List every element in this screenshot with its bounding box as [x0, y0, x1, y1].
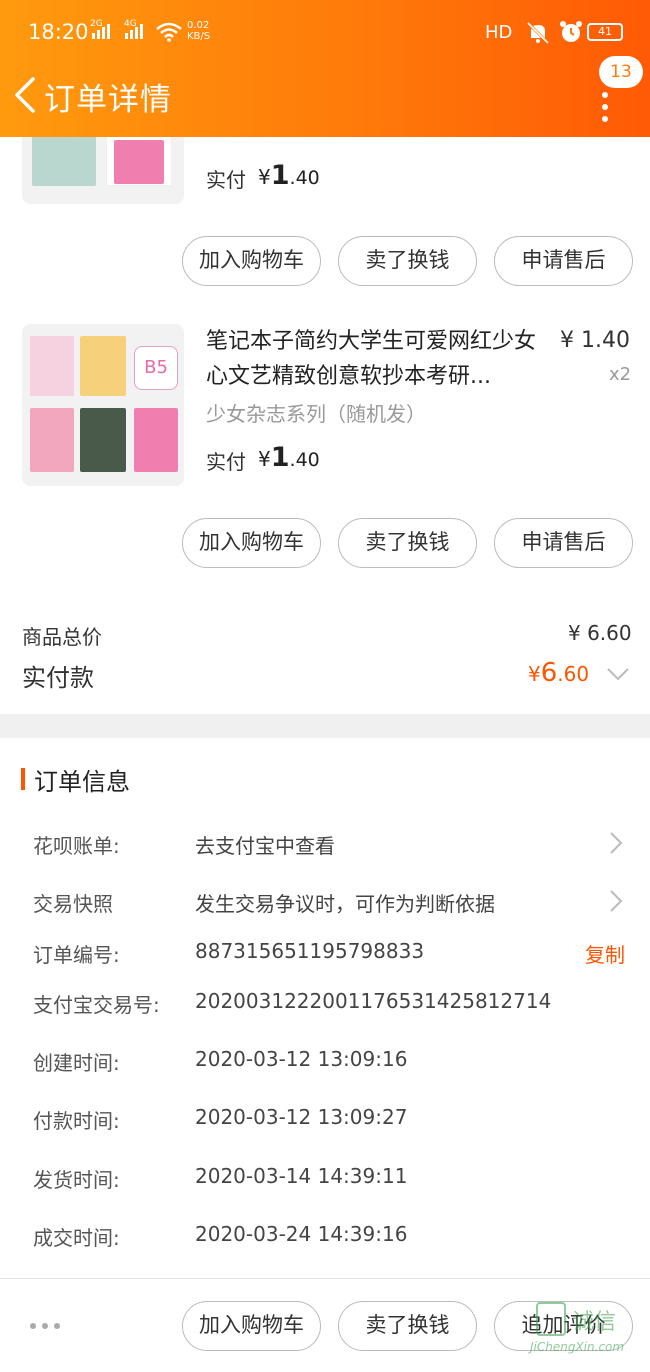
chevron-right-icon: [610, 890, 623, 912]
section-accent-bar: [21, 768, 25, 790]
info-row-completed: 成交时间: 2020-03-24 14:39:16: [0, 1222, 650, 1262]
net-speed-value: 0.02: [187, 20, 210, 31]
currency-symbol: ¥: [258, 447, 271, 471]
info-value: 2020031222001176531425812714: [195, 989, 552, 1013]
watermark-url: JiChengXin.com: [530, 1340, 625, 1354]
info-value: 2020-03-14 14:39:11: [195, 1164, 408, 1188]
info-row-snapshot[interactable]: 交易快照 发生交易争议时，可作为判断依据: [0, 888, 650, 928]
currency-symbol: ¥: [258, 165, 271, 189]
mute-icon: [526, 21, 550, 45]
status-bar: 18:20 2G 4G 0.02 KB/S HD 41: [0, 0, 650, 64]
signal-bars-1-icon: [92, 24, 110, 39]
info-value: 去支付宝中查看: [195, 834, 335, 858]
paid-label: 实付: [206, 450, 246, 474]
info-row-alipay-number: 支付宝交易号: 2020031222001176531425812714: [0, 989, 650, 1029]
amount-paid-label: 实付款: [22, 664, 94, 692]
product-quantity: x2: [609, 364, 632, 385]
info-key: 成交时间:: [33, 1226, 120, 1250]
amount-paid-value[interactable]: ¥6.60: [528, 658, 589, 688]
info-key: 支付宝交易号:: [33, 993, 160, 1017]
status-time: 18:20: [28, 20, 89, 44]
paid-decimal: .60: [557, 662, 590, 686]
paid-int: 1: [270, 442, 290, 473]
info-key: 创建时间:: [33, 1051, 120, 1075]
message-count-badge[interactable]: 13: [599, 56, 643, 88]
battery-indicator: 41: [587, 23, 623, 41]
app-header: 18:20 2G 4G 0.02 KB/S HD 41 订单详情 13: [0, 0, 650, 137]
info-row-shipped: 发货时间: 2020-03-14 14:39:11: [0, 1164, 650, 1204]
info-key: 订单编号:: [33, 943, 120, 967]
paid-int: 1: [270, 160, 290, 191]
resell-button[interactable]: 卖了换钱: [338, 518, 477, 568]
info-value: 发生交易争议时，可作为判断依据: [195, 892, 495, 916]
goods-total-value: ¥ 6.60: [568, 621, 632, 645]
goods-total-label: 商品总价: [22, 625, 102, 649]
back-arrow-icon[interactable]: [12, 76, 38, 114]
after-sale-button[interactable]: 申请售后: [494, 236, 633, 286]
b5-badge: B5: [134, 346, 178, 390]
page-title: 订单详情: [44, 82, 172, 118]
add-to-cart-button[interactable]: 加入购物车: [182, 236, 321, 286]
alarm-icon: [560, 21, 582, 42]
info-row-huabei[interactable]: 花呗账单: 去支付宝中查看: [0, 830, 650, 870]
chevron-down-icon[interactable]: [606, 666, 630, 682]
info-key: 发货时间:: [33, 1168, 120, 1192]
wifi-icon: [156, 22, 182, 42]
info-value: 2020-03-24 14:39:16: [195, 1222, 408, 1246]
product-sku: 少女杂志系列（随机发）: [206, 402, 426, 426]
add-to-cart-button[interactable]: 加入购物车: [182, 518, 321, 568]
product-thumbnail-2[interactable]: B5: [22, 324, 184, 486]
paid-int: 6: [540, 658, 558, 688]
net-speed: 0.02 KB/S: [187, 20, 210, 42]
info-key: 交易快照: [33, 892, 113, 916]
paid-decimal: .40: [289, 449, 320, 471]
info-value: 2020-03-12 13:09:27: [195, 1105, 408, 1129]
paid-amount: ¥1.40: [258, 442, 320, 473]
info-row-created: 创建时间: 2020-03-12 13:09:16: [0, 1047, 650, 1087]
paid-amount: ¥1.40: [258, 160, 320, 191]
signal-bars-2-icon: [125, 24, 143, 39]
watermark-logo: 诚信 JiChengXin.com: [528, 1296, 646, 1360]
copy-button[interactable]: 复制: [585, 939, 625, 968]
net-speed-unit: KB/S: [187, 31, 211, 42]
chevron-right-icon: [610, 832, 623, 854]
info-key: 花呗账单:: [33, 834, 120, 858]
after-sale-button[interactable]: 申请售后: [494, 518, 633, 568]
info-value: 887315651195798833: [195, 939, 425, 963]
more-actions-icon[interactable]: [30, 1323, 60, 1329]
info-value: 2020-03-12 13:09:16: [195, 1047, 408, 1071]
hd-indicator: HD: [485, 22, 513, 43]
watermark-text: 诚信: [572, 1310, 617, 1335]
section-divider: [0, 714, 650, 738]
product-price: ¥ 1.40: [560, 328, 630, 353]
currency-symbol: ¥: [528, 662, 541, 686]
paid-decimal: .40: [289, 167, 320, 189]
info-row-order-number: 订单编号: 887315651195798833 复制: [0, 939, 650, 979]
order-info-title: 订单信息: [34, 768, 130, 796]
resell-button[interactable]: 卖了换钱: [338, 1301, 477, 1351]
paid-label: 实付: [206, 168, 246, 192]
more-menu-icon[interactable]: [602, 92, 608, 122]
resell-button[interactable]: 卖了换钱: [338, 236, 477, 286]
add-to-cart-button[interactable]: 加入购物车: [182, 1301, 321, 1351]
info-row-paid: 付款时间: 2020-03-12 13:09:27: [0, 1105, 650, 1145]
info-key: 付款时间:: [33, 1109, 120, 1133]
product-title[interactable]: 笔记本子简约大学生可爱网红少女心文艺精致创意软抄本考研...: [206, 324, 536, 394]
